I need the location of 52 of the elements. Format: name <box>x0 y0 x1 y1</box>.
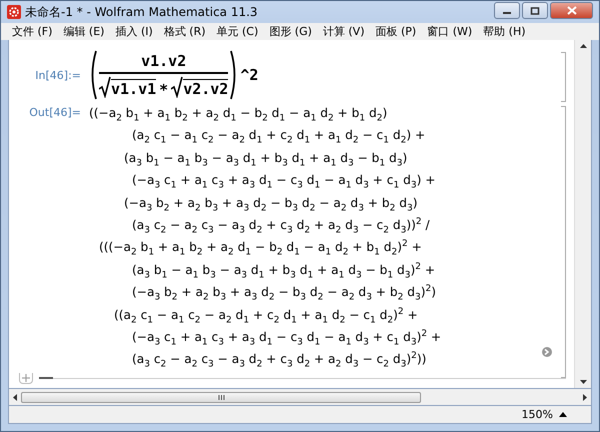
formula-line: (−a$_{3}$ b$_{2}$ + a$_{2}$ b$_{3}$ + a$_{3}$ d$_{2}$ − b$_{3}$ d$_{2}$ − a$_{2}$ d$_{3}$ + b$_{2}$ d$_{3}$)$^{2}$) <box>132 283 436 304</box>
scroll-down-icon[interactable] <box>580 380 586 384</box>
formula-line: (−a$_{3}$ c$_{1}$ + a$_{1}$ c$_{3}$ + a$_{3}$ d$_{1}$ − c$_{3}$ d$_{1}$ − a$_{1}$ d$_{3}$ + c$_{1}$ d$_{3}$)$^{2}$ + <box>132 328 442 348</box>
cell-bracket[interactable] <box>561 106 566 378</box>
menu-item[interactable]: 格式 (R) <box>158 24 211 39</box>
insertion-cursor <box>39 376 53 379</box>
denominator-text: v1.v1 <box>111 78 156 98</box>
menu-item[interactable]: 文件 (F) <box>6 24 58 39</box>
menu-item[interactable]: 单元 (C) <box>210 24 264 39</box>
arrow-circle-icon[interactable] <box>542 347 552 357</box>
scrollbar-thumb[interactable] <box>21 392 421 402</box>
menu-item[interactable]: 帮助 (H) <box>477 24 531 39</box>
scroll-left-icon[interactable] <box>13 394 17 400</box>
right-parenthesis-drawing <box>230 50 238 100</box>
exponent-text: ^2 <box>240 66 258 84</box>
menu-item[interactable]: 编辑 (E) <box>57 24 110 39</box>
numerator-text: v1.v2 <box>140 52 188 72</box>
app-logo-icon <box>7 5 21 19</box>
formula-line: (a$_{3}$ b$_{1}$ − a$_{1}$ b$_{3}$ − a$_{3}$ d$_{1}$ + b$_{3}$ d$_{1}$ + a$_{1}$ d$_{3}$ − b$_{1}$ d$_{3}$)$^{2}$ + <box>132 260 436 282</box>
formula-line: (−a$_{3}$ c$_{1}$ + a$_{1}$ c$_{3}$ + a$_{3}$ d$_{1}$ − c$_{3}$ d$_{1}$ − a$_{1}$ d$_{3}$ + c$_{1}$ d$_{3}$) + <box>132 172 436 192</box>
window-title: 未命名-1 * - Wolfram Mathematica 11.3 <box>25 4 259 20</box>
menu-item[interactable]: 图形 (G) <box>263 24 317 39</box>
maximize-button[interactable] <box>522 2 548 19</box>
caret-up-icon[interactable] <box>559 412 567 417</box>
add-cell-button[interactable] <box>19 372 33 384</box>
denominator-text: v2.v2 <box>183 78 228 98</box>
minimize-button[interactable] <box>494 2 520 19</box>
menu-item[interactable]: 窗口 (W) <box>421 24 478 39</box>
close-button[interactable] <box>550 2 593 19</box>
input-label: In[46]:= <box>34 68 81 82</box>
close-icon <box>566 6 576 15</box>
output-label: Out[46]= <box>28 105 81 119</box>
formula-line: (a$_{3}$ c$_{2}$ − a$_{2}$ c$_{3}$ − a$_{3}$ d$_{2}$ + c$_{3}$ d$_{2}$ + a$_{2}$ d$_{3}$ − c$_{2}$ d$_{3}$)$^{2}$)) <box>132 350 426 371</box>
cell-bracket[interactable] <box>561 52 566 102</box>
square-root-icon <box>99 76 111 98</box>
formula-line: (a$_{3}$ c$_{2}$ − a$_{2}$ c$_{3}$ − a$_{3}$ d$_{2}$ + c$_{3}$ d$_{2}$ + a$_{2}$ d$_{3}$ − c$_{2}$ d$_{3}$))$^{2}$ / <box>132 216 430 236</box>
menu-item[interactable]: 插入 (I) <box>109 24 158 39</box>
scroll-up-icon[interactable] <box>580 44 586 48</box>
menu-item[interactable]: 面板 (P) <box>370 24 422 39</box>
operator-text: * <box>159 82 168 98</box>
formula-line: (−a$_{3}$ b$_{2}$ + a$_{2}$ b$_{3}$ + a$_{3}$ d$_{2}$ − b$_{3}$ d$_{2}$ − a$_{2}$ d$_{3}$ + b$_{2}$ d$_{3}$) <box>124 194 418 214</box>
left-parenthesis-drawing <box>89 50 97 100</box>
maximize-icon <box>530 6 540 14</box>
zoom-level[interactable]: 150% <box>522 408 553 421</box>
formula-line: ((−a$_{2}$ b$_{1}$ + a$_{1}$ b$_{2}$ + a$_{2}$ d$_{1}$ − b$_{2}$ d$_{1}$ − a$_{1}$ d$_{2}$ + b$_{1}$ d$_{2}$) <box>89 105 388 124</box>
menu-item[interactable]: 计算 (V) <box>316 24 370 39</box>
formula-line: (a$_{3}$ b$_{1}$ − a$_{1}$ b$_{3}$ − a$_{3}$ d$_{1}$ + b$_{3}$ d$_{1}$ + a$_{1}$ d$_{3}$ − b$_{1}$ d$_{3}$) <box>124 150 408 170</box>
formula-line: (((−a$_{2}$ b$_{1}$ + a$_{1}$ b$_{2}$ + a$_{2}$ d$_{1}$ − b$_{2}$ d$_{1}$ − a$_{1}$ d$_{2}$ + b$_{1}$ d$_{2}$)$^{2}$ + <box>99 238 422 259</box>
formula-line: (a$_{2}$ c$_{1}$ − a$_{1}$ c$_{2}$ − a$_{2}$ d$_{1}$ + c$_{2}$ d$_{1}$ + a$_{1}$ d$_{2}$ − c$_{1}$ d$_{2}$) + <box>132 127 426 147</box>
formula-line: ((a$_{2}$ c$_{1}$ − a$_{1}$ c$_{2}$ − a$_{2}$ d$_{1}$ + c$_{2}$ d$_{1}$ + a$_{1}$ d$_{2}$ − c$_{1}$ d$_{2}$)$^{2}$ + <box>114 305 418 326</box>
scroll-right-icon[interactable] <box>583 394 587 400</box>
square-root-icon <box>171 76 184 98</box>
